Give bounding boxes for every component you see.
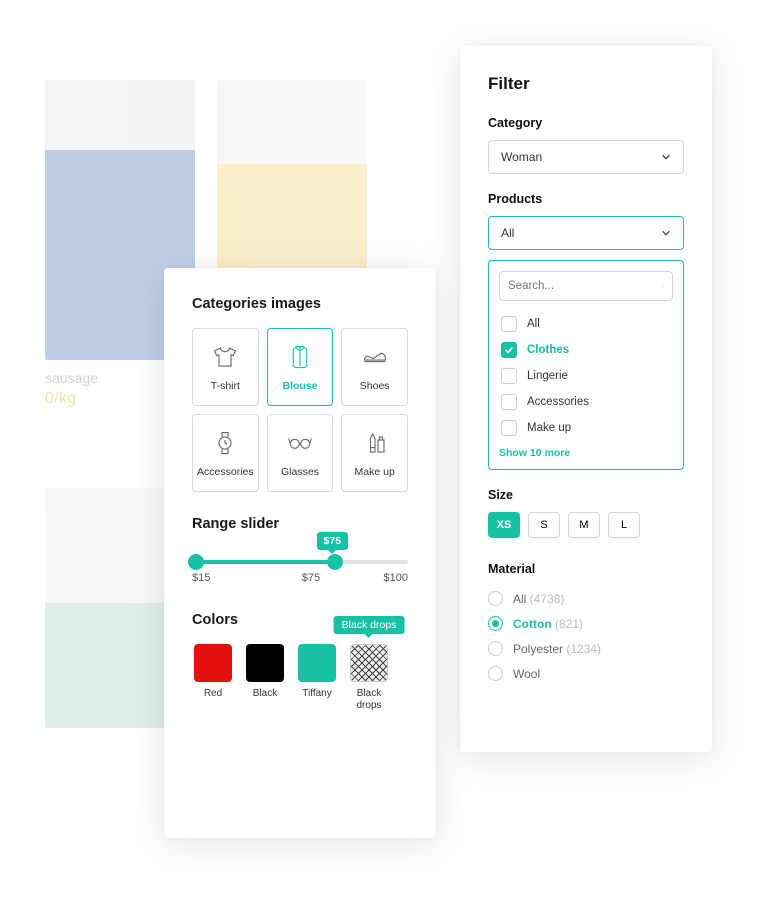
size-pill-l[interactable]: L [608,512,640,538]
radio-icon [488,666,503,681]
size-label: Size [488,488,684,502]
product-option[interactable]: Make up [499,415,673,441]
swatch-label: Black drops [348,688,390,711]
option-label: Accessories [527,396,589,408]
swatch-label: Red [192,688,234,700]
slider-thumb-min[interactable] [188,554,204,570]
swatch-label: Black [244,688,286,700]
checkbox-icon [501,316,517,332]
product-option[interactable]: All [499,311,673,337]
show-more-link[interactable]: Show 10 more [499,447,673,459]
material-option[interactable]: All (4738) [488,586,684,611]
tile-label: T-shirt [211,380,240,392]
checkbox-icon [501,394,517,410]
radio-icon [488,591,503,606]
category-tile-makeup[interactable]: Make up [341,414,408,492]
option-label: All [527,318,540,330]
blouse-icon [285,342,315,372]
slider-thumb-max[interactable] [327,554,343,570]
glasses-icon [285,428,315,458]
slider-min-label: $15 [192,572,210,584]
material-label: All (4738) [513,592,564,606]
checkbox-icon [501,420,517,436]
category-select[interactable]: Woman [488,140,684,174]
product-option[interactable]: Accessories [499,389,673,415]
material-label: Cotton (821) [513,617,583,631]
color-swatch-blackdrops[interactable] [350,644,388,682]
category-tile-glasses[interactable]: Glasses [267,414,334,492]
colors-row: Red Black Tiffany Black drops Black drop… [192,644,408,711]
option-label: Clothes [527,344,569,356]
checkbox-icon [501,368,517,384]
swatch-label: Tiffany [296,688,338,700]
material-label: Material [488,562,684,576]
tile-label: Blouse [282,380,317,392]
products-value: All [501,226,514,240]
tile-label: Shoes [360,380,390,392]
category-value: Woman [501,150,542,164]
tile-label: Make up [355,466,395,478]
chevron-down-icon [661,152,671,162]
filter-card: Filter Category Woman Products All All Cl… [460,46,712,752]
tile-label: Accessories [197,466,254,478]
slider-cur-label: $75 [302,572,320,584]
product-option[interactable]: Clothes [499,337,673,363]
radio-icon [488,641,503,656]
category-tile-accessories[interactable]: Accessories [192,414,259,492]
tshirt-icon [210,342,240,372]
material-label: Polyester (1234) [513,642,601,656]
material-option[interactable]: Polyester (1234) [488,636,684,661]
slider-fill [192,560,335,564]
category-tile-tshirt[interactable]: T-shirt [192,328,259,406]
watch-icon [210,428,240,458]
size-row: XS SML [488,512,684,538]
size-pill-xs[interactable]: XS [488,512,520,538]
color-swatch-red[interactable] [194,644,232,682]
option-label: Make up [527,422,571,434]
range-title: Range slider [192,516,408,532]
category-tile-blouse[interactable]: Blouse [267,328,334,406]
category-tiles: T-shirt Blouse Shoes Accessories Glasses… [192,328,408,492]
swatch-tooltip: Black drops [334,616,405,634]
checkbox-icon [501,342,517,358]
category-tile-shoes[interactable]: Shoes [341,328,408,406]
slider-labels: $15 $75 $100 [192,572,408,584]
radio-icon [488,616,503,631]
material-option[interactable]: Wool [488,661,684,686]
material-option[interactable]: Cotton (821) [488,611,684,636]
option-label: Lingerie [527,370,568,382]
size-pill-m[interactable]: M [568,512,600,538]
color-swatch-black[interactable] [246,644,284,682]
size-pill-s[interactable]: S [528,512,560,538]
product-option[interactable]: Lingerie [499,363,673,389]
chevron-down-icon [661,228,671,238]
categories-title: Categories images [192,296,408,312]
shoes-icon [360,342,390,372]
slider-max-label: $100 [384,572,408,584]
tile-label: Glasses [281,466,319,478]
range-slider[interactable] [192,560,408,564]
category-label: Category [488,116,684,130]
search-field[interactable] [508,280,662,292]
categories-card: Categories images T-shirt Blouse Shoes A… [164,268,436,838]
products-dropdown: All Clothes Lingerie Accessories Make up Sho… [488,260,684,470]
makeup-icon [360,428,390,458]
material-list: All (4738) Cotton (821) Polyester (1234) Wo… [488,586,684,686]
color-swatch-tiffany[interactable] [298,644,336,682]
products-label: Products [488,192,684,206]
search-input[interactable] [499,271,673,301]
products-select[interactable]: All [488,216,684,250]
material-label: Wool [513,667,540,681]
filter-heading: Filter [488,74,684,94]
slider-tooltip: $75 [317,532,349,550]
search-icon [662,279,664,293]
